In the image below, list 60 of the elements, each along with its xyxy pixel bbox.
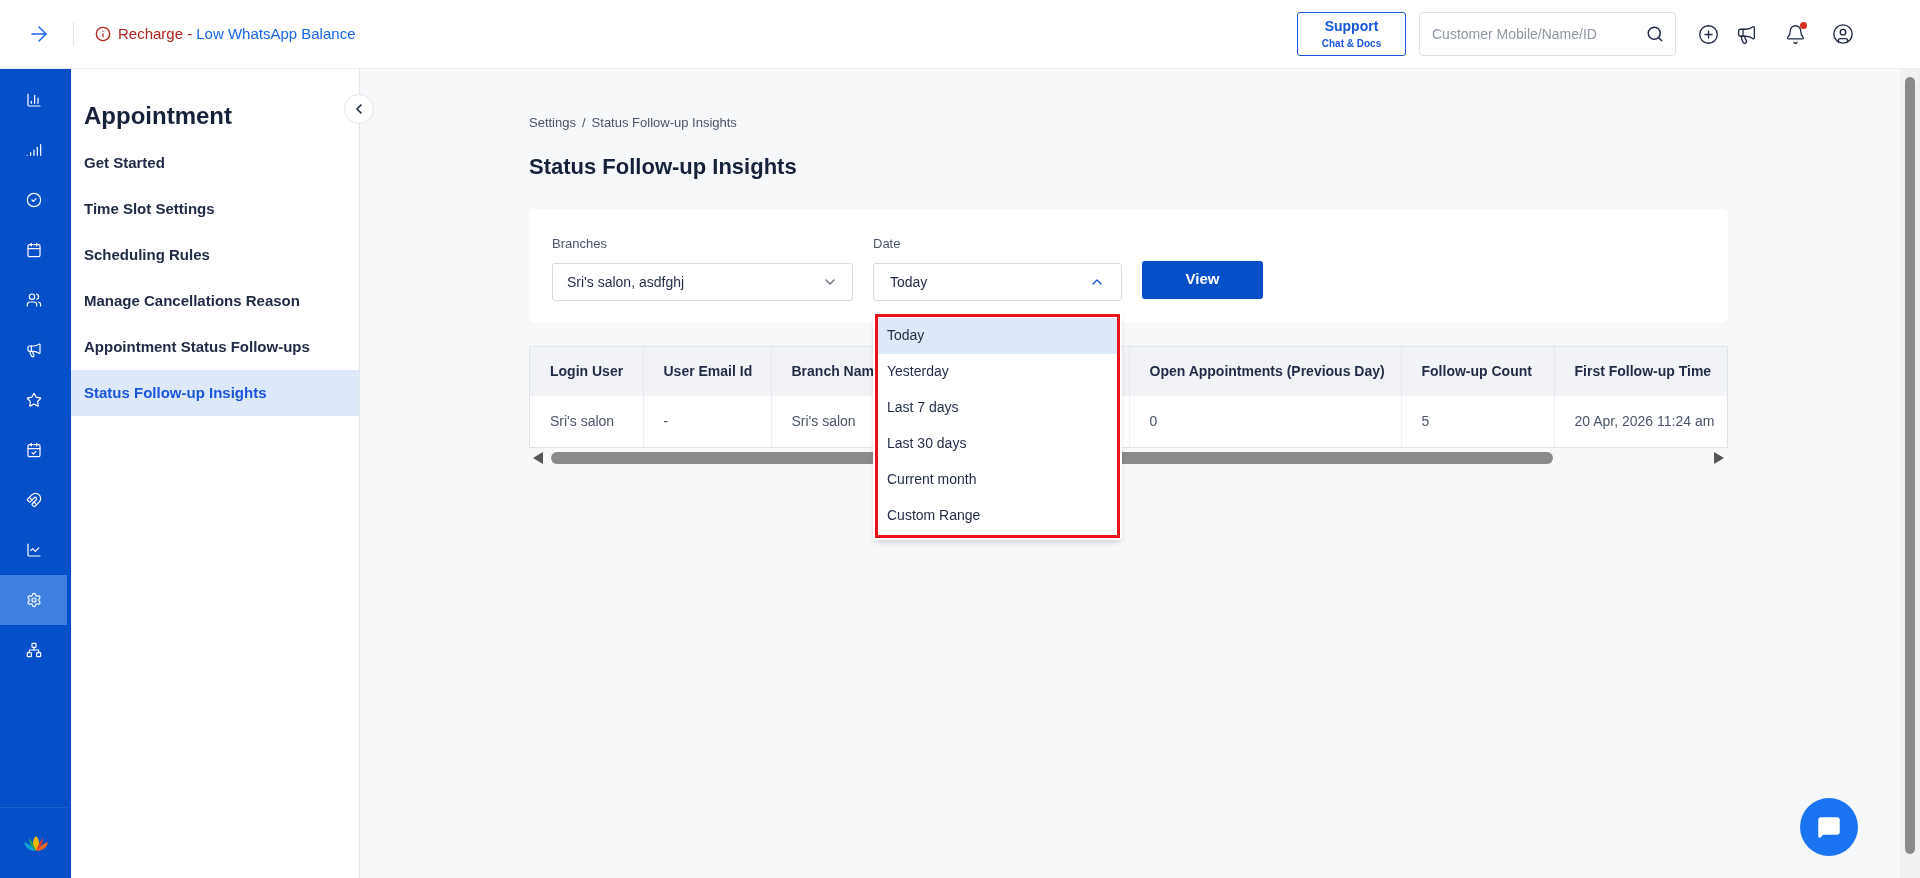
scroll-left-icon[interactable] — [533, 451, 543, 464]
field-label: Branches — [552, 234, 608, 253]
menu-item[interactable]: Time Slot Settings — [71, 186, 359, 232]
bar-chart-icon — [25, 92, 42, 108]
chat-button[interactable] — [1800, 798, 1858, 856]
column-header: Login User — [530, 346, 643, 396]
page-scrollbar[interactable] — [1900, 69, 1920, 878]
scroll-right-icon[interactable] — [1714, 451, 1724, 464]
column-header: First Follow-up Time — [1554, 346, 1727, 396]
low-balance-link[interactable]: Low WhatsApp Balance — [196, 22, 356, 46]
table-cell: 5 — [1401, 395, 1554, 447]
menu-item[interactable]: Status Follow-up Insights — [71, 370, 359, 416]
menu-item[interactable]: Manage Cancellations Reason — [71, 278, 359, 324]
menu-item[interactable]: Appointment Status Follow-ups — [71, 324, 359, 370]
date-select[interactable]: Today — [873, 263, 1122, 301]
line-chart-icon — [25, 542, 42, 558]
column-header: Follow-up Count — [1401, 346, 1554, 396]
dropdown-option[interactable]: Yesterday — [878, 353, 1117, 390]
field-label: Date — [873, 234, 902, 253]
hierarchy-icon — [25, 642, 42, 658]
support-button[interactable]: Support Chat & Docs — [1297, 12, 1406, 56]
dropdown-option[interactable]: Current month — [878, 461, 1117, 498]
add-icon[interactable] — [1698, 23, 1719, 45]
menu-item[interactable]: Get Started — [71, 140, 359, 186]
collapse-button[interactable] — [344, 94, 374, 124]
menu-title: Appointment — [84, 102, 233, 130]
signal-bars-icon — [25, 142, 42, 158]
page-title: Status Follow-up Insights — [529, 152, 798, 181]
recharge-text: Recharge - — [118, 23, 193, 44]
users-icon — [25, 292, 42, 308]
magnet-icon — [25, 492, 42, 508]
chat-icon — [1817, 815, 1841, 839]
column-header: User Email Id — [643, 346, 771, 396]
info-icon — [95, 26, 111, 42]
lotus-logo — [21, 834, 50, 852]
table-cell: Sri's salon — [530, 395, 643, 447]
table-cell: 0 — [1129, 395, 1401, 447]
dropdown-option[interactable]: Custom Range — [878, 497, 1117, 534]
column-header: Open Appointments (Previous Day) — [1129, 346, 1401, 396]
search-icon[interactable] — [1646, 25, 1664, 43]
branches-select[interactable]: Sri's salon, asdfghj — [552, 263, 853, 301]
calendar-icon — [25, 242, 42, 258]
breadcrumb-separator: / — [582, 114, 586, 132]
dropdown-option[interactable]: Today — [878, 317, 1117, 354]
calendar-check-icon — [25, 442, 42, 458]
settings-icon — [25, 592, 42, 608]
breadcrumb-link[interactable]: Settings — [529, 113, 576, 133]
table-cell: 20 Apr, 2026 11:24 am — [1554, 395, 1727, 447]
menu-item[interactable]: Scheduling Rules — [71, 232, 359, 278]
rail-item[interactable] — [0, 575, 67, 625]
user-icon[interactable] — [1832, 23, 1854, 45]
search-field[interactable]: Customer Mobile/Name/ID — [1419, 12, 1676, 56]
star-icon — [25, 392, 42, 408]
check-circle-icon — [25, 192, 42, 208]
megaphone-icon[interactable] — [1736, 23, 1757, 45]
megaphone-icon — [25, 342, 42, 358]
breadcrumb-link[interactable]: Status Follow-up Insights — [591, 113, 737, 133]
bell-icon[interactable] — [1785, 23, 1806, 45]
view-button[interactable]: View — [1142, 260, 1263, 299]
table-cell: - — [643, 395, 771, 447]
